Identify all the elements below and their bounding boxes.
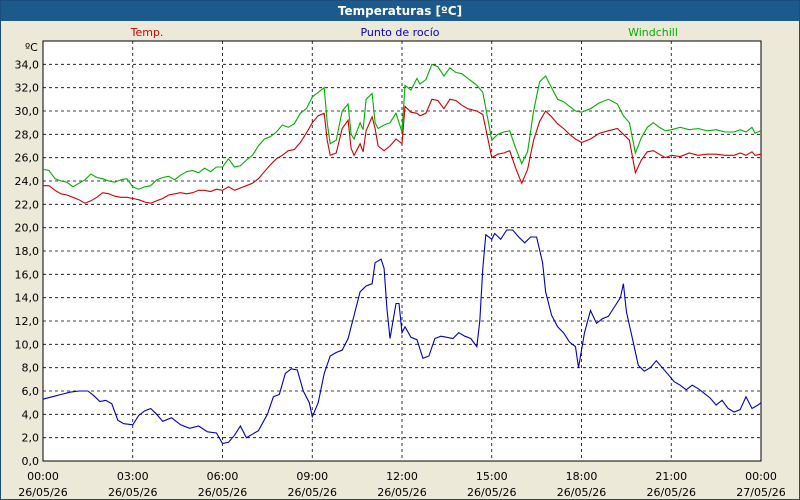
y-tick-label: 6,0 [22,385,40,398]
legend-entry-2: Windchill [628,26,678,39]
x-tick-time: 00:00 [745,470,777,483]
y-tick-label: 34,0 [15,58,40,71]
y-tick-label: 22,0 [15,198,40,211]
y-tick-label: 14,0 [15,292,40,305]
y-axis-label: ºC [25,41,38,54]
x-tick-date: 26/05/26 [557,486,606,499]
y-tick-label: 2,0 [22,432,40,445]
y-tick-label: 4,0 [22,408,40,421]
y-tick-label: 32,0 [15,82,40,95]
y-tick-label: 28,0 [15,128,40,141]
y-tick-label: 8,0 [22,362,40,375]
y-tick-label: 26,0 [15,152,40,165]
y-tick-label: 20,0 [15,222,40,235]
y-tick-label: 12,0 [15,315,40,328]
y-tick-label: 10,0 [15,338,40,351]
x-tick-time: 15:00 [476,470,508,483]
y-tick-label: 16,0 [15,268,40,281]
x-tick-date: 26/05/26 [647,486,696,499]
x-tick-date: 26/05/26 [18,486,67,499]
x-tick-time: 03:00 [117,470,149,483]
x-tick-date: 27/05/26 [736,486,785,499]
x-tick-time: 21:00 [655,470,687,483]
x-tick-date: 26/05/26 [377,486,426,499]
x-tick-time: 18:00 [566,470,598,483]
y-tick-label: 0,0 [22,455,40,468]
x-tick-time: 06:00 [207,470,239,483]
x-tick-time: 12:00 [386,470,418,483]
temperature-chart: 0,0 2,0 4,0 6,0 8,0 10,0 12,0 14,0 16,0 18,0 20,0 2… [15,26,786,499]
x-tick-date: 26/05/26 [467,486,516,499]
y-tick-label: 30,0 [15,105,40,118]
chart-window: Temperaturas [ºC] 0,0 2,0 4,0 6,0 8,0 10,0 12,… [0,0,800,500]
y-tick-label: 18,0 [15,245,40,258]
y-tick-label: 24,0 [15,175,40,188]
x-tick-time: 09:00 [296,470,328,483]
x-tick-time: 00:00 [27,470,59,483]
x-tick-date: 26/05/26 [108,486,157,499]
window-title: Temperaturas [ºC] [1,1,799,21]
x-tick-date: 26/05/26 [288,486,337,499]
legend-entry-0: Temp. [130,26,164,39]
legend-entry-1: Punto de rocío [360,26,439,39]
x-tick-date: 26/05/26 [198,486,247,499]
